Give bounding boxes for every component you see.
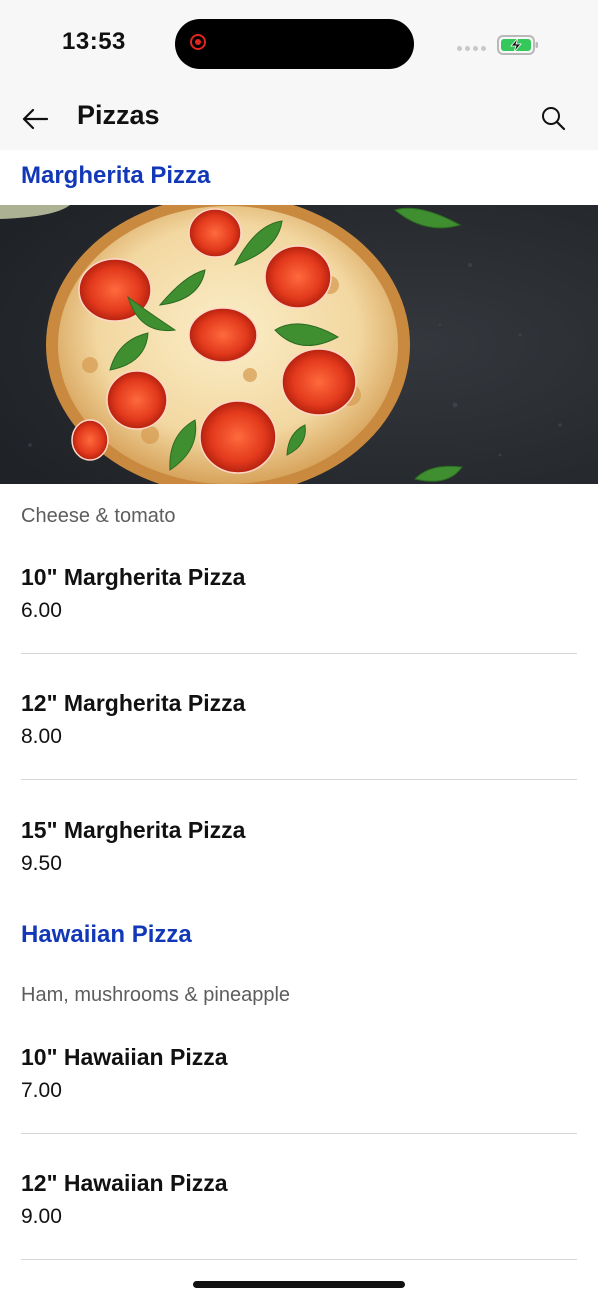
- section-title-margherita[interactable]: Margherita Pizza: [21, 162, 210, 190]
- margherita-pizza-image: [0, 205, 598, 484]
- menu-item-price: 9.00: [21, 1205, 62, 1228]
- menu-item-price: 9.50: [21, 852, 62, 875]
- page-title: Pizzas: [77, 100, 160, 130]
- nav-bar: Pizzas: [0, 88, 598, 150]
- divider: [21, 1259, 577, 1260]
- home-indicator[interactable]: [193, 1281, 405, 1288]
- section-title-hawaiian[interactable]: Hawaiian Pizza: [21, 921, 192, 949]
- screen-recording-icon: [190, 34, 206, 50]
- menu-item[interactable]: 10" Margherita Pizza 6.00: [21, 563, 577, 624]
- menu-item[interactable]: 12" Margherita Pizza 8.00: [21, 689, 577, 750]
- divider: [21, 1133, 577, 1134]
- status-bar: 13:53: [0, 0, 598, 88]
- signal-icon: [457, 46, 486, 51]
- menu-item-name: 15" Margherita Pizza: [21, 817, 246, 843]
- divider: [21, 653, 577, 654]
- menu-item[interactable]: 10" Hawaiian Pizza 7.00: [21, 1043, 577, 1104]
- section-description-margherita: Cheese & tomato: [21, 505, 176, 527]
- battery-charging-icon: [497, 35, 539, 60]
- arrow-left-icon: [22, 108, 49, 130]
- back-button[interactable]: [18, 102, 52, 136]
- section-description-hawaiian: Ham, mushrooms & pineapple: [21, 984, 291, 1006]
- menu-item-price: 7.00: [21, 1079, 62, 1102]
- menu-item-name: 10" Margherita Pizza: [21, 564, 246, 590]
- status-time: 13:53: [62, 28, 126, 55]
- menu-item[interactable]: 15" Margherita Pizza 9.50: [21, 816, 577, 877]
- menu-item-name: 10" Hawaiian Pizza: [21, 1044, 228, 1070]
- search-icon: [542, 107, 566, 131]
- menu-item-price: 8.00: [21, 725, 62, 748]
- menu-item-name: 12" Hawaiian Pizza: [21, 1170, 228, 1196]
- dynamic-island: [175, 19, 414, 69]
- menu-item-price: 6.00: [21, 599, 62, 622]
- divider: [21, 779, 577, 780]
- search-button[interactable]: [536, 101, 570, 135]
- menu-item-name: 12" Margherita Pizza: [21, 690, 246, 716]
- menu-item[interactable]: 12" Hawaiian Pizza 9.00: [21, 1169, 577, 1230]
